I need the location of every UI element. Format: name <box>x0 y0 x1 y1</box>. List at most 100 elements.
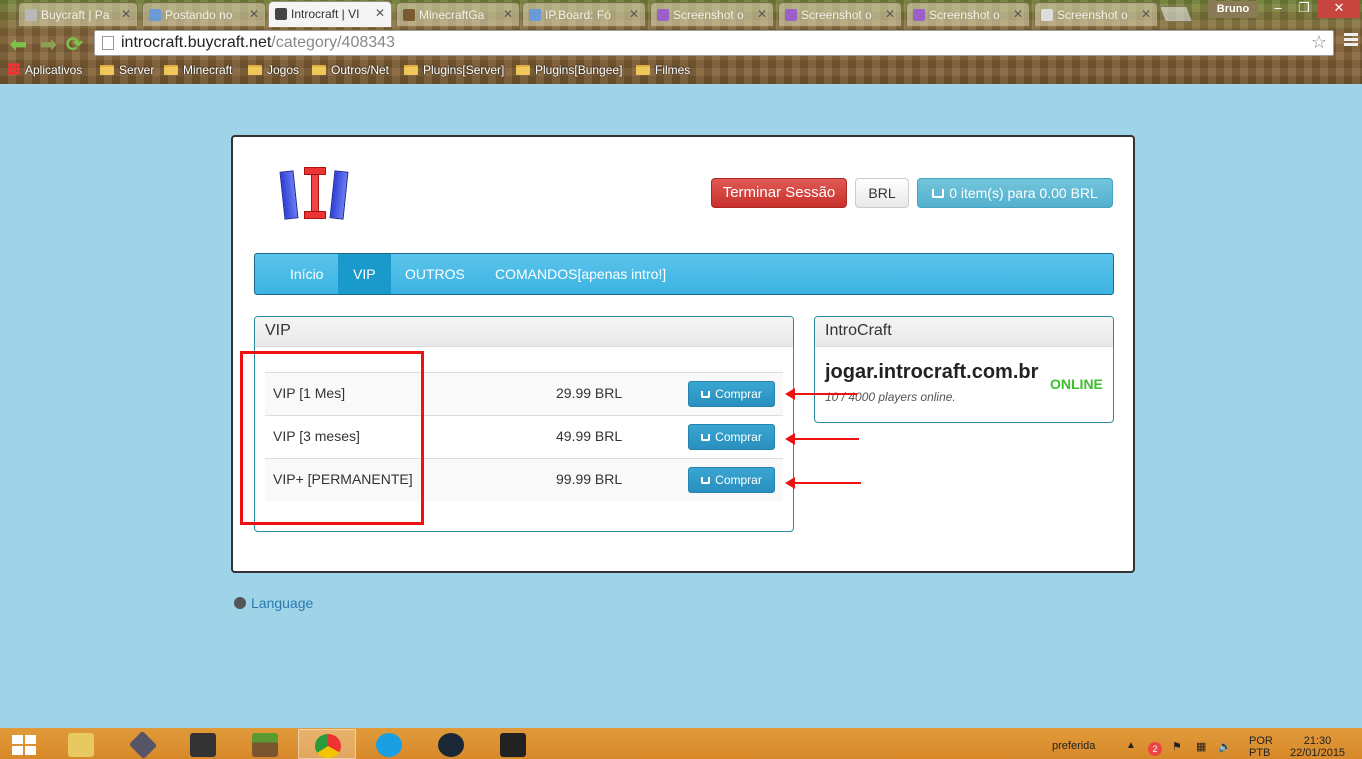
bookmark-minecraft[interactable]: Minecraft <box>164 63 232 77</box>
nav-item-vip[interactable]: VIP <box>338 254 391 294</box>
close-icon[interactable]: ✕ <box>121 7 131 21</box>
introcraft-logo[interactable] <box>279 167 350 223</box>
chrome-menu-icon[interactable] <box>1344 33 1358 48</box>
cart-button[interactable]: 0 item(s) para 0.00 BRL <box>917 178 1113 208</box>
language-link[interactable]: Language <box>234 595 313 611</box>
file-explorer-icon[interactable] <box>52 729 110 759</box>
bookmark-label: Minecraft <box>183 63 233 77</box>
clock-date: 22/01/2015 <box>1290 747 1346 759</box>
close-icon[interactable]: ✕ <box>503 7 513 21</box>
apps-grid-icon <box>8 63 20 75</box>
bookmark-label: Aplicativos <box>25 63 83 77</box>
minecraft-icon[interactable] <box>236 729 294 759</box>
package-price: 29.99 BRL <box>556 385 623 401</box>
restore-button[interactable]: ❐ <box>1292 0 1316 18</box>
terminal-icon[interactable] <box>114 729 172 759</box>
reload-icon[interactable]: ⟳ <box>66 32 83 57</box>
logo-i-bottom <box>304 211 326 219</box>
show-hidden-icons[interactable]: ▲ <box>1126 740 1136 751</box>
tab-screenshot-2[interactable]: Screenshot o ✕ <box>778 2 902 26</box>
tab-screenshot-1[interactable]: Screenshot o ✕ <box>650 2 774 26</box>
buy-button[interactable]: Comprar <box>688 381 775 407</box>
folder-icon <box>164 65 178 75</box>
bookmark-plugins-server[interactable]: Plugins[Server] <box>404 63 504 77</box>
bookmark-apps[interactable]: Aplicativos <box>8 63 82 77</box>
tab-minecraftga[interactable]: MinecraftGa ✕ <box>396 2 520 26</box>
introcraft-favicon-icon <box>275 8 287 20</box>
bookmark-outros[interactable]: Outros/Net <box>312 63 389 77</box>
tab-title: IP.Board: Fó <box>545 8 611 22</box>
close-icon[interactable]: ✕ <box>375 6 385 20</box>
nav-item-inicio[interactable]: Início <box>275 254 338 294</box>
close-icon[interactable]: ✕ <box>1013 7 1023 21</box>
page-icon <box>102 36 114 50</box>
close-icon[interactable]: ✕ <box>629 7 639 21</box>
logo-i-stem <box>311 174 319 212</box>
bookmark-label: Filmes <box>655 63 691 77</box>
tab-introcraft[interactable]: Introcraft | VI ✕ <box>268 1 392 27</box>
forward-arrow-icon[interactable]: ➡ <box>40 32 57 57</box>
close-icon[interactable]: ✕ <box>757 7 767 21</box>
close-icon[interactable]: ✕ <box>249 7 259 21</box>
cart-icon <box>701 434 711 441</box>
forum-favicon-icon <box>149 9 161 21</box>
close-icon[interactable]: ✕ <box>1141 7 1151 21</box>
logo-left-bar <box>279 170 299 220</box>
buy-button[interactable]: Comprar <box>688 467 775 493</box>
folder-icon <box>404 65 418 75</box>
bookmark-jogos[interactable]: Jogos <box>248 63 299 77</box>
skype-icon[interactable] <box>360 729 418 759</box>
address-bar[interactable]: introcraft.buycraft.net/category/408343 … <box>94 30 1334 56</box>
bookmark-plugins-bungee[interactable]: Plugins[Bungee] <box>516 63 622 77</box>
tab-buycraft[interactable]: Buycraft | Pa ✕ <box>18 2 138 26</box>
bookmark-server[interactable]: Server <box>100 63 154 77</box>
bookmark-label: Outros/Net <box>331 63 390 77</box>
windows-start-icon[interactable] <box>12 735 38 755</box>
monitor-app-icon[interactable] <box>174 729 232 759</box>
minimize-button[interactable]: – <box>1266 0 1290 18</box>
bookmark-star-icon[interactable]: ☆ <box>1311 32 1327 53</box>
cart-icon <box>701 391 711 398</box>
buy-label: Comprar <box>715 430 762 444</box>
profile-button[interactable]: Bruno <box>1208 1 1258 18</box>
cart-label: 0 item(s) para 0.00 BRL <box>949 185 1098 201</box>
bookmark-filmes[interactable]: Filmes <box>636 63 690 77</box>
tab-title: Screenshot o <box>1057 8 1128 22</box>
windows-app-icon[interactable] <box>484 729 542 759</box>
tab-screenshot-4[interactable]: Screenshot o ✕ <box>1034 2 1158 26</box>
currency-button[interactable]: BRL <box>855 178 909 208</box>
network-icon[interactable]: ▦ <box>1196 740 1206 753</box>
back-arrow-icon[interactable]: ⬅ <box>10 32 27 57</box>
tab-title: Screenshot o <box>929 8 1000 22</box>
server-panel-title: IntroCraft <box>815 317 1113 347</box>
tab-postando[interactable]: Postando no ✕ <box>142 2 266 26</box>
close-window-button[interactable]: ✕ <box>1318 0 1360 18</box>
tab-ipboard[interactable]: IP.Board: Fó ✕ <box>522 2 646 26</box>
chrome-icon[interactable] <box>298 729 356 759</box>
close-icon[interactable]: ✕ <box>885 7 895 21</box>
tab-strip: Buycraft | Pa ✕ Postando no ✕ Introcraft… <box>0 0 1362 27</box>
buy-button[interactable]: Comprar <box>688 424 775 450</box>
tab-title: Screenshot o <box>801 8 872 22</box>
flag-icon[interactable]: ⚑ <box>1172 740 1182 753</box>
nav-item-outros[interactable]: OUTROS <box>390 254 480 294</box>
tab-screenshot-3[interactable]: Screenshot o ✕ <box>906 2 1030 26</box>
lang-line-2: PTB <box>1249 747 1271 759</box>
category-navbar: Início VIP OUTROS COMANDOS[apenas intro!… <box>254 253 1114 295</box>
keyboard-layout[interactable]: preferida <box>1052 740 1095 752</box>
volume-icon[interactable]: 🔈 <box>1218 740 1232 753</box>
notification-badge[interactable]: 2 <box>1148 742 1162 756</box>
input-language[interactable]: POR PTB <box>1249 735 1273 759</box>
package-price: 99.99 BRL <box>556 471 623 487</box>
browser-chrome: Buycraft | Pa ✕ Postando no ✕ Introcraft… <box>0 0 1362 84</box>
steam-icon[interactable] <box>422 729 480 759</box>
new-tab-button[interactable] <box>1159 6 1193 22</box>
buy-label: Comprar <box>715 473 762 487</box>
cart-icon <box>701 477 711 484</box>
clock[interactable]: 21:30 22/01/2015 <box>1290 735 1345 759</box>
logout-button[interactable]: Terminar Sessão <box>711 178 847 208</box>
folder-icon <box>516 65 530 75</box>
logo-center-i <box>304 167 326 219</box>
clock-time: 21:30 <box>1303 735 1332 747</box>
nav-item-comandos[interactable]: COMANDOS[apenas intro!] <box>480 254 681 294</box>
